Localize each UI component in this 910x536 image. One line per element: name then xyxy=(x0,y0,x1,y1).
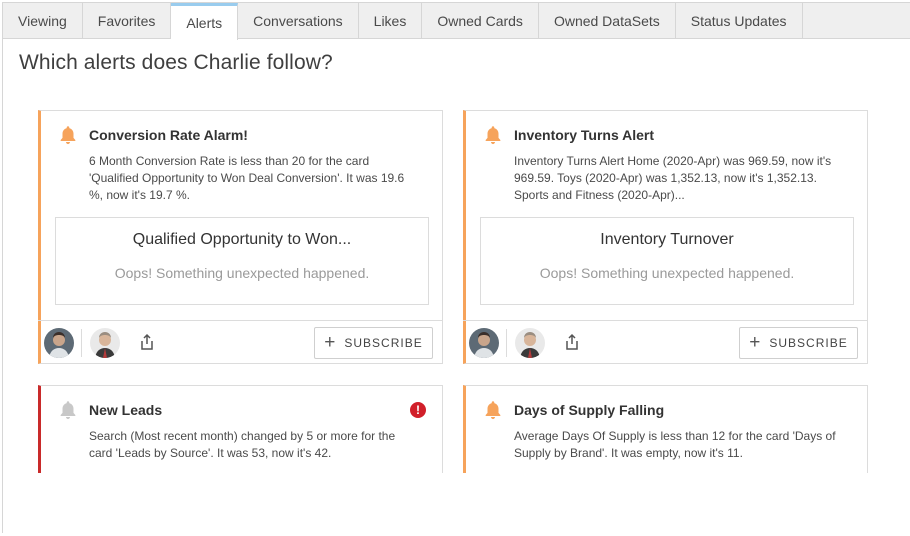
avatar[interactable] xyxy=(515,328,545,358)
tab-conversations[interactable]: Conversations xyxy=(238,3,359,39)
subscribe-label: SUBSCRIBE xyxy=(769,336,848,350)
alert-description: 6 Month Conversion Rate is less than 20 … xyxy=(89,154,405,202)
alert-title[interactable]: Inventory Turns Alert xyxy=(514,127,654,143)
alert-description: Average Days Of Supply is less than 12 f… xyxy=(514,429,836,460)
card-preview[interactable]: Qualified Opportunity to Won... Oops! So… xyxy=(55,217,429,305)
tab-alerts[interactable]: Alerts xyxy=(171,3,239,40)
tab-status-updates[interactable]: Status Updates xyxy=(676,3,803,39)
divider xyxy=(81,329,82,357)
alerts-panel: Viewing Favorites Alerts Conversations L… xyxy=(2,2,910,533)
scroll-clip xyxy=(3,473,910,533)
alert-card-inventory-turns[interactable]: Inventory Turns Alert Inventory Turns Al… xyxy=(463,110,868,364)
subscribe-button[interactable]: + SUBSCRIBE xyxy=(314,327,433,359)
subscribe-button[interactable]: + SUBSCRIBE xyxy=(739,327,858,359)
avatar[interactable] xyxy=(469,328,499,358)
bell-icon xyxy=(60,126,76,145)
tab-owned-cards[interactable]: Owned Cards xyxy=(422,3,539,39)
bell-icon xyxy=(485,126,501,145)
card-footer: + SUBSCRIBE xyxy=(463,320,868,364)
card-preview[interactable]: Inventory Turnover Oops! Something unexp… xyxy=(480,217,854,305)
tab-likes[interactable]: Likes xyxy=(359,3,423,39)
bell-icon xyxy=(485,401,501,420)
share-icon[interactable] xyxy=(138,333,156,351)
card-footer: + SUBSCRIBE xyxy=(38,320,443,364)
divider xyxy=(506,329,507,357)
share-icon[interactable] xyxy=(563,333,581,351)
tab-owned-datasets[interactable]: Owned DataSets xyxy=(539,3,676,39)
alert-title[interactable]: Conversion Rate Alarm! xyxy=(89,127,248,143)
card-preview-title: Qualified Opportunity to Won... xyxy=(132,231,352,248)
error-icon[interactable]: ! xyxy=(410,402,426,418)
avatar[interactable] xyxy=(44,328,74,358)
alert-card-conversion-rate[interactable]: Conversion Rate Alarm! 6 Month Conversio… xyxy=(38,110,443,364)
subscribe-label: SUBSCRIBE xyxy=(344,336,423,350)
alert-description: Search (Most recent month) changed by 5 … xyxy=(89,429,396,460)
page-title: Which alerts does Charlie follow? xyxy=(19,51,333,74)
bell-icon xyxy=(60,401,76,420)
card-preview-error: Oops! Something unexpected happened. xyxy=(539,265,795,281)
alert-description: Inventory Turns Alert Home (2020-Apr) wa… xyxy=(514,154,832,202)
card-preview-error: Oops! Something unexpected happened. xyxy=(114,265,370,281)
avatar[interactable] xyxy=(90,328,120,358)
tab-favorites[interactable]: Favorites xyxy=(83,3,172,39)
tab-bar: Viewing Favorites Alerts Conversations L… xyxy=(3,3,910,40)
tab-viewing[interactable]: Viewing xyxy=(3,3,83,39)
plus-icon: + xyxy=(749,332,761,353)
alert-title[interactable]: New Leads xyxy=(89,402,162,418)
card-preview-title: Inventory Turnover xyxy=(600,231,734,248)
plus-icon: + xyxy=(324,332,336,353)
alert-title[interactable]: Days of Supply Falling xyxy=(514,402,664,418)
